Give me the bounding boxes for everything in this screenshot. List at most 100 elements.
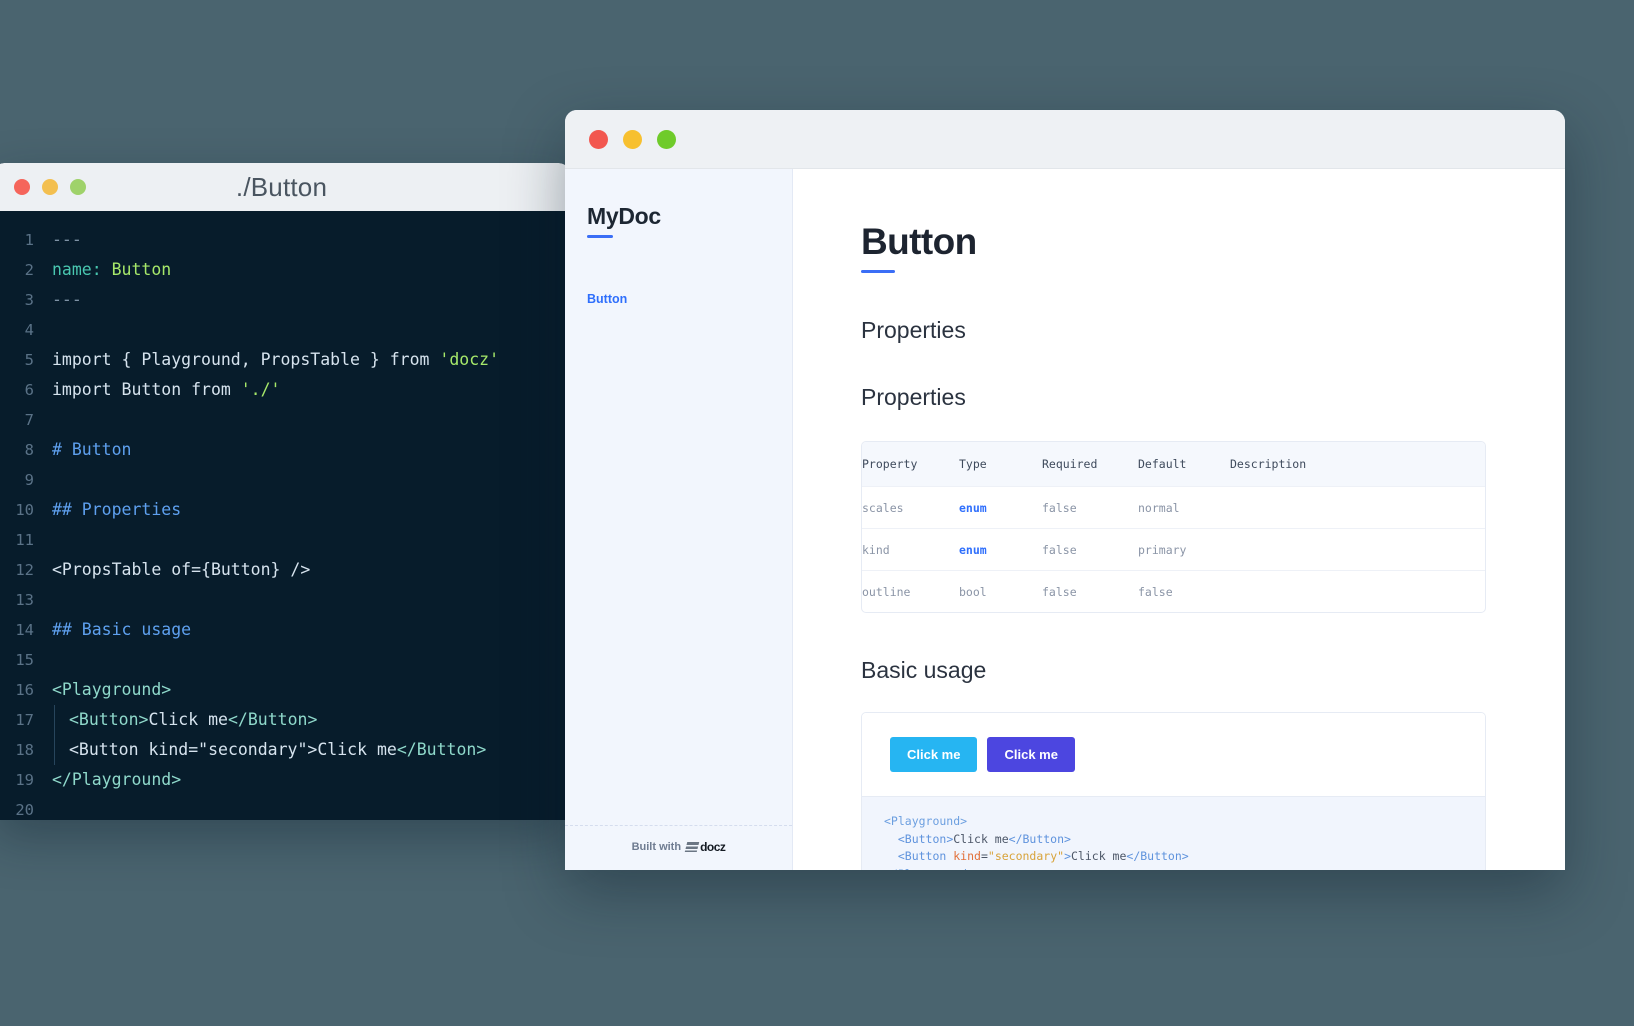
cell-type: enum xyxy=(959,500,987,515)
code-token: </Playground> xyxy=(52,770,182,789)
code-line-text: # Button xyxy=(52,435,131,465)
code-token: import Button from xyxy=(52,380,241,399)
playground-button-secondary[interactable]: Click me xyxy=(987,737,1075,772)
code-line: 16 <Playground> xyxy=(0,675,569,705)
code-token: "secondary" xyxy=(198,740,308,759)
code-token: </Button> xyxy=(1126,849,1189,863)
docz-logo[interactable]: docz xyxy=(684,840,726,854)
cell-default: primary xyxy=(1138,542,1187,557)
code-line-text: <Button kind="secondary">Click me</Butto… xyxy=(54,735,486,765)
code-token: </Button> xyxy=(396,740,487,759)
code-token: 'docz' xyxy=(439,350,500,369)
line-number: 5 xyxy=(24,351,34,369)
sidebar-nav: Button xyxy=(565,288,792,310)
line-number: 3 xyxy=(24,291,34,309)
cell-required: false xyxy=(1042,500,1077,515)
docz-browser-window: MyDoc Button Built with docz Button Prop… xyxy=(565,110,1565,870)
code-line-text: --- xyxy=(52,285,82,315)
table-row: outline bool false false xyxy=(862,570,1485,612)
cell-default: normal xyxy=(1138,500,1180,515)
minimize-icon[interactable] xyxy=(623,129,642,149)
code-line: 12 <PropsTable of={Button} /> xyxy=(0,555,569,585)
section-heading-basic-usage: Basic usage xyxy=(861,657,987,683)
code-line-text: </Playground> xyxy=(52,765,181,795)
code-line: 5 import { Playground, PropsTable } from … xyxy=(0,345,569,375)
close-icon[interactable] xyxy=(14,179,30,195)
code-token: "secondary" xyxy=(987,849,1065,863)
code-token: Click me xyxy=(953,831,1009,846)
code-token: --- xyxy=(52,230,82,249)
code-line-text: <Playground> xyxy=(52,675,171,705)
sidebar-item-button[interactable]: Button xyxy=(587,288,792,310)
cell-type: bool xyxy=(959,584,987,599)
code-token: kind xyxy=(953,849,981,863)
playground-code-line: <Button kind="secondary">Click me</Butto… xyxy=(884,848,1463,866)
code-line: 11 xyxy=(0,525,569,555)
editor-code-area[interactable]: 1 --- 2 name: Button 3 --- 4 5 import { Playgro… xyxy=(0,211,569,820)
sidebar: MyDoc Button Built with docz xyxy=(565,169,793,870)
close-icon[interactable] xyxy=(589,129,608,149)
minimize-icon[interactable] xyxy=(42,179,58,195)
table-row: scales enum false normal xyxy=(862,486,1485,528)
playground-button-primary[interactable]: Click me xyxy=(890,737,978,772)
page-title: Button xyxy=(861,221,977,262)
line-number: 10 xyxy=(15,501,34,519)
code-line-text: <PropsTable of={Button} /> xyxy=(52,555,310,585)
docz-titlebar xyxy=(565,110,1565,169)
code-line-text: --- xyxy=(52,225,82,255)
docz-logo-text: docz xyxy=(700,840,726,854)
props-table-header-row: Property Type Required Default Description xyxy=(862,442,1485,486)
code-token: Button xyxy=(111,260,172,279)
code-token: <Button kind= xyxy=(69,740,199,759)
code-token: <PropsTable of={Button} /> xyxy=(52,560,311,579)
playground-code-block[interactable]: <Playground> <Button>Click me</Button> <… xyxy=(862,796,1485,870)
line-number: 9 xyxy=(24,471,34,489)
code-token: </Button> xyxy=(227,710,318,729)
docz-body: MyDoc Button Built with docz Button Prop… xyxy=(565,169,1565,870)
table-row: kind enum false primary xyxy=(862,528,1485,570)
column-header-default: Default xyxy=(1138,457,1187,471)
code-token: name: xyxy=(52,260,102,279)
cell-property: outline xyxy=(862,584,911,599)
code-token: = xyxy=(980,849,988,863)
column-header-required: Required xyxy=(1042,457,1098,471)
docz-mark-icon xyxy=(684,842,700,852)
code-line: 17 <Button>Click me</Button> xyxy=(0,705,569,735)
code-token: <Button> xyxy=(897,831,954,846)
line-number: 4 xyxy=(24,321,34,339)
code-line: 10 ## Properties xyxy=(0,495,569,525)
playground-code-line: </Playground> xyxy=(884,866,1463,871)
line-number: 1 xyxy=(24,231,34,249)
sidebar-footer: Built with docz xyxy=(565,825,792,870)
code-token: Click me xyxy=(1071,849,1127,863)
code-editor-window: ./Button 1 --- 2 name: Button 3 --- 4 5 import … xyxy=(0,163,569,820)
code-token: import { Playground, PropsTable } from xyxy=(52,350,440,369)
line-number: 16 xyxy=(15,681,34,699)
cell-type: enum xyxy=(959,542,987,557)
line-number: 2 xyxy=(24,261,34,279)
maximize-icon[interactable] xyxy=(70,179,86,195)
line-number: 17 xyxy=(15,711,34,729)
code-token: </Button> xyxy=(1008,831,1071,846)
maximize-icon[interactable] xyxy=(657,129,676,149)
code-token: Click me xyxy=(148,710,228,729)
playground-code-line: <Playground> xyxy=(884,813,1463,831)
column-header-description: Description xyxy=(1230,457,1307,471)
code-line-text: ## Basic usage xyxy=(52,615,191,645)
code-line: 7 xyxy=(0,405,569,435)
line-number: 11 xyxy=(15,531,34,549)
code-line-text: import { Playground, PropsTable } from '… xyxy=(52,345,499,375)
column-header-property: Property xyxy=(862,457,918,471)
main-content: Button Properties Properties Property Typ… xyxy=(793,169,1565,870)
playground-code-line: <Button>Click me</Button> xyxy=(884,831,1463,849)
code-token: <Button> xyxy=(69,710,149,729)
page-title-underline xyxy=(861,270,895,273)
